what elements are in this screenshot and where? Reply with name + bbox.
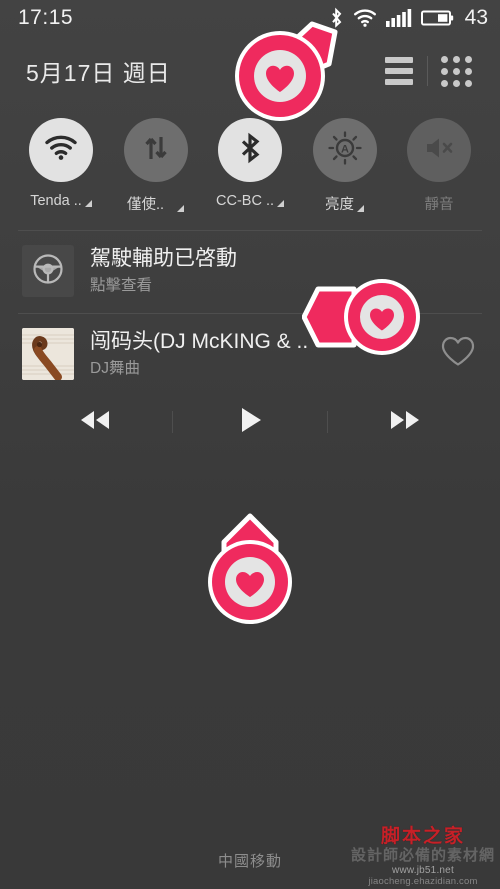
- chevron-expand-icon[interactable]: [277, 200, 284, 207]
- notification-text: 闯码头(DJ McKING & .. DJ舞曲: [90, 329, 430, 379]
- notification-title: 駕駛輔助已啓動: [90, 247, 237, 271]
- chevron-expand-icon[interactable]: [357, 205, 364, 212]
- notification-text: 駕駛輔助已啓動 點擊查看: [90, 246, 482, 296]
- watermark-brand: 脚本之家: [380, 825, 465, 848]
- steering-wheel-icon: [31, 252, 65, 291]
- watermark-url-secondary: jiaocheng.ehazidian.com: [368, 875, 478, 887]
- track-artist: DJ舞曲: [90, 360, 140, 378]
- data-toggle-label-wrap: 僅使..: [126, 193, 185, 214]
- list-view-button[interactable]: [371, 47, 427, 95]
- notification-subtitle: 點擊查看: [90, 277, 153, 295]
- notification-icon-container: [22, 245, 74, 297]
- quick-toggle-wifi[interactable]: Tenda ..: [18, 118, 104, 214]
- battery-percent: 43: [464, 6, 488, 29]
- bluetooth-toggle-circle[interactable]: [218, 118, 282, 182]
- date-label: 5月17日 週日: [26, 60, 171, 86]
- data-toggle-circle[interactable]: [123, 118, 188, 182]
- quick-settings-row: Tenda .. 僅使.. CC-BC .. A 亮度 靜音: [0, 106, 500, 214]
- brightness-toggle-circle[interactable]: A: [312, 118, 377, 182]
- status-bar-clock: 17:15: [18, 6, 74, 29]
- data-icon: [141, 133, 171, 168]
- quick-toggle-mute[interactable]: 靜音: [396, 118, 482, 214]
- quick-toggle-data[interactable]: 僅使..: [113, 118, 199, 214]
- quick-toggle-brightness[interactable]: A 亮度: [302, 118, 388, 214]
- grid-view-button[interactable]: [428, 47, 484, 95]
- header-actions: [371, 47, 484, 95]
- wifi-icon: [353, 8, 377, 28]
- media-divider: [172, 411, 173, 433]
- heart-outline-icon: [440, 336, 476, 372]
- play-button[interactable]: [217, 402, 283, 442]
- wifi-toggle-label: Tenda ..: [30, 193, 82, 209]
- shade-footer: 中國移動: [0, 850, 500, 871]
- rewind-icon: [73, 407, 117, 438]
- play-icon: [235, 405, 265, 440]
- wifi-icon: [44, 134, 78, 167]
- mute-toggle-label-wrap: 靜音: [425, 193, 454, 214]
- quick-toggle-bluetooth[interactable]: CC-BC ..: [207, 118, 293, 214]
- notification-music-player[interactable]: 闯码头(DJ McKING & .. DJ舞曲: [0, 314, 500, 396]
- bluetooth-toggle-label: CC-BC ..: [216, 193, 274, 209]
- bluetooth-icon: [238, 132, 262, 169]
- signal-icon: [385, 8, 412, 28]
- wifi-toggle-circle[interactable]: [29, 118, 93, 182]
- favorite-button[interactable]: [440, 335, 482, 373]
- carrier-label: 中國移動: [217, 853, 282, 870]
- svg-text:A: A: [341, 143, 349, 155]
- notification-shade: 17:15 43 5月17日 週日 Tenda .. 僅使.. CC-BC ..…: [0, 0, 500, 889]
- brightness-toggle-label-wrap: 亮度: [325, 193, 364, 214]
- brightness-toggle-label: 亮度: [325, 197, 354, 213]
- previous-button[interactable]: [62, 402, 128, 442]
- list-lines-icon: [385, 57, 413, 85]
- fast-forward-icon: [383, 407, 427, 438]
- media-divider: [327, 411, 328, 433]
- mute-toggle-circle[interactable]: [407, 118, 471, 182]
- chevron-expand-icon[interactable]: [177, 205, 185, 212]
- album-art: [22, 328, 74, 380]
- mute-icon: [423, 134, 455, 167]
- status-bar-icons: 43: [329, 6, 488, 30]
- chevron-expand-icon[interactable]: [84, 200, 92, 207]
- brightness-icon: A: [327, 130, 362, 170]
- bluetooth-icon: [329, 7, 344, 29]
- bluetooth-toggle-label-wrap: CC-BC ..: [216, 193, 284, 209]
- heart-pointer-bottom: [198, 512, 306, 635]
- data-toggle-label: 僅使..: [126, 197, 165, 213]
- shade-header: 5月17日 週日: [0, 36, 500, 106]
- battery-icon: [420, 9, 454, 27]
- grid-dots-icon: [440, 55, 472, 87]
- mute-toggle-label: 靜音: [424, 197, 454, 213]
- notification-driving-assist[interactable]: 駕駛輔助已啓動 點擊查看: [0, 231, 500, 313]
- media-controls: [0, 396, 500, 460]
- next-button[interactable]: [372, 402, 438, 442]
- wifi-toggle-label-wrap: Tenda ..: [30, 193, 92, 209]
- status-bar: 17:15 43: [0, 0, 500, 36]
- track-title: 闯码头(DJ McKING & ..: [90, 330, 309, 354]
